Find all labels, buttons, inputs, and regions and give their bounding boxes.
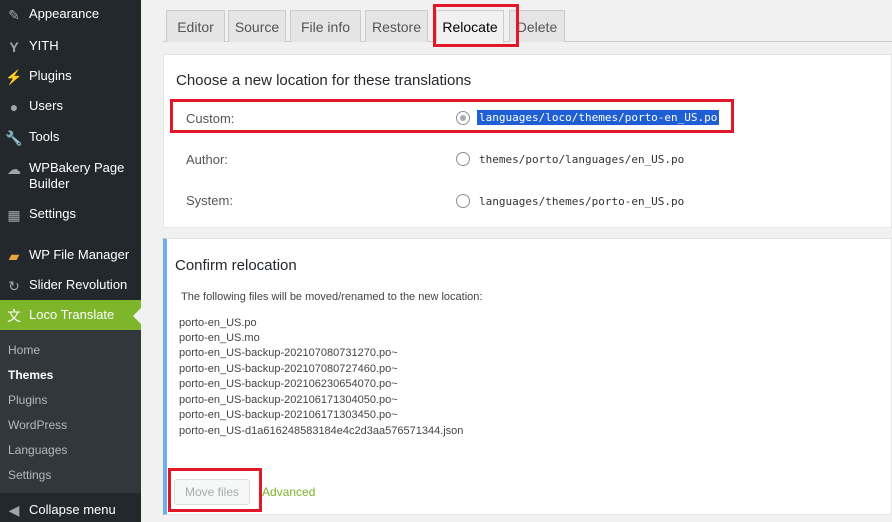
tab-label: Source [234,18,280,35]
list-item: porto-en_US-backup-202106171304050.po~ [179,394,398,406]
menu-label: Users [29,98,63,113]
confirm-panel: Confirm relocation The following files w… [163,238,892,515]
tab-file-info[interactable]: File info [290,10,361,42]
menu-label: WP File Manager [29,247,130,262]
settings-icon: ▦ [7,207,21,223]
loco-submenu: Home Themes Plugins WordPress Languages … [0,330,141,493]
location-title: Choose a new location for these translat… [176,72,472,89]
menu-label: Plugins [29,68,72,83]
wpbakery-icon: ☁ [7,161,21,177]
menu-loco-translate[interactable]: 文 Loco Translate [0,307,141,327]
menu-plugins[interactable]: ⚡ Plugins [0,68,141,88]
submenu-home[interactable]: Home [8,343,40,357]
user-icon: ● [9,99,19,115]
menu-yith[interactable]: Y YITH [0,38,141,58]
advanced-link[interactable]: Advanced [262,485,315,499]
menu-label: WPBakery Page Builder [29,160,125,191]
menu-tools[interactable]: 🔧 Tools [0,129,141,149]
custom-label: Custom: [186,111,235,126]
menu-label: Settings [29,206,76,221]
author-radio[interactable] [456,152,470,166]
list-item: porto-en_US-d1a616248583184e4c2d3aa57657… [179,425,464,437]
custom-path[interactable]: languages/loco/themes/porto-en_US.po [477,110,720,125]
active-menu-arrow [133,308,141,324]
collapse-icon: ◀ [8,502,20,518]
tab-delete[interactable]: Delete [509,10,565,42]
tab-relocate[interactable]: Relocate [436,10,504,43]
list-item: porto-en_US-backup-202107080727460.po~ [179,363,398,375]
admin-sidebar: ✎ Appearance Y YITH ⚡ Plugins ● Users 🔧 … [0,0,141,522]
menu-label: Slider Revolution [29,277,128,292]
list-item: porto-en_US.po [179,317,257,329]
file-manager-icon: ▰ [8,248,20,264]
move-files-label: Move files [184,485,240,499]
list-item: porto-en_US-backup-202106171303450.po~ [179,409,398,421]
list-item: porto-en_US.mo [179,332,260,344]
menu-label: Loco Translate [29,307,115,322]
move-files-button[interactable]: Move files [174,479,250,505]
menu-label: YITH [29,38,59,53]
menu-label: Tools [29,129,60,144]
collapse-menu[interactable]: ◀ Collapse menu [0,497,141,522]
menu-label: Appearance [29,6,100,21]
slider-icon: ↻ [8,278,20,294]
system-path: languages/themes/porto-en_US.po [479,195,685,208]
submenu-wordpress[interactable]: WordPress [8,418,67,432]
system-label: System: [186,193,233,208]
menu-wpbakery[interactable]: ☁ WPBakery Page Builder [0,160,141,192]
menu-users[interactable]: ● Users [0,98,141,118]
submenu-themes[interactable]: Themes [8,368,53,382]
tab-editor[interactable]: Editor [166,10,225,42]
author-label: Author: [186,152,228,167]
menu-slider-revolution[interactable]: ↻ Slider Revolution [0,277,141,297]
list-item: porto-en_US-backup-202107080731270.po~ [179,347,398,359]
collapse-label: Collapse menu [29,502,116,517]
system-radio[interactable] [456,194,470,208]
tab-label: File info [300,18,351,35]
list-item: porto-en_US-backup-202106230654070.po~ [179,378,398,390]
custom-radio[interactable] [456,111,470,125]
yith-icon: Y [9,39,19,55]
tab-restore[interactable]: Restore [365,10,428,42]
wrench-icon: 🔧 [5,130,23,146]
tab-source[interactable]: Source [228,10,286,42]
menu-appearance[interactable]: ✎ Appearance [0,6,141,26]
tab-label: Editor [177,18,214,35]
submenu-settings[interactable]: Settings [8,468,51,482]
menu-settings[interactable]: ▦ Settings [0,206,141,226]
menu-wp-file-manager[interactable]: ▰ WP File Manager [0,247,141,267]
tab-label: Relocate [442,19,498,35]
confirm-title: Confirm relocation [175,257,297,274]
confirm-description: The following files will be moved/rename… [181,291,483,303]
location-panel: Choose a new location for these translat… [163,54,892,228]
plugin-icon: ⚡ [5,69,23,85]
submenu-languages[interactable]: Languages [8,443,67,457]
tab-label: Delete [516,18,558,35]
tab-label: Restore [371,18,422,35]
tab-bar: Editor Source File info Restore Relocate… [163,0,892,43]
submenu-plugins[interactable]: Plugins [8,393,47,407]
author-path: themes/porto/languages/en_US.po [479,153,685,166]
brush-icon: ✎ [8,7,20,23]
loco-icon: 文 [7,308,21,324]
